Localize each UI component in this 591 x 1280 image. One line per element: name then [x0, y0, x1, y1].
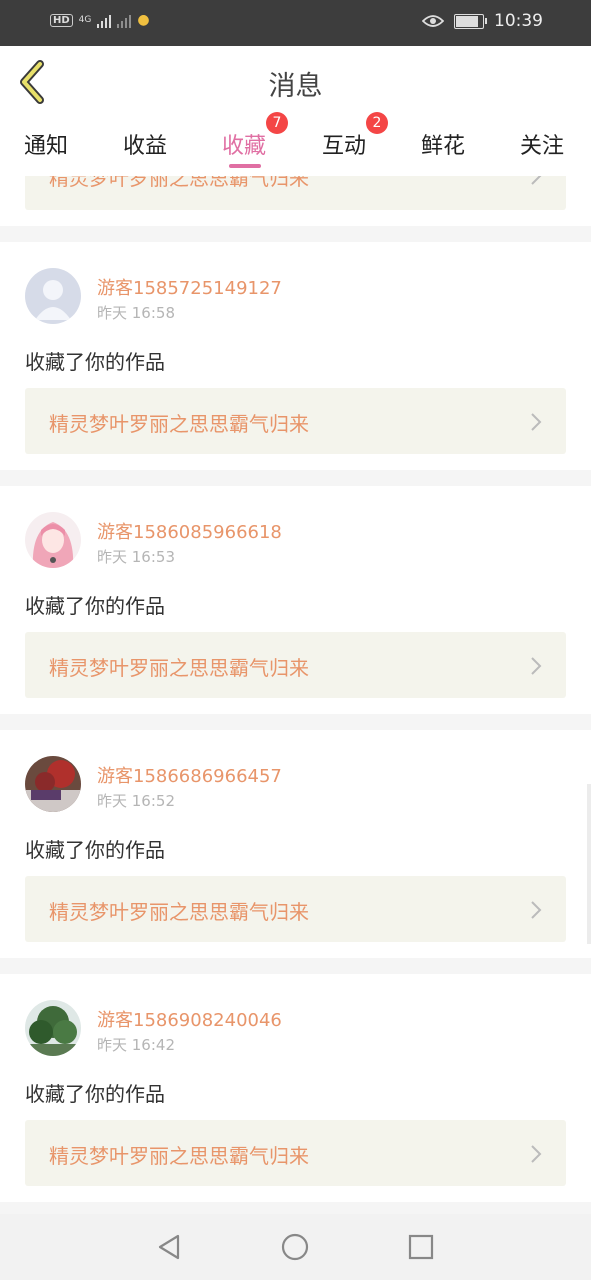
work-title: 精灵梦叶罗丽之思思霸气归来 [49, 1144, 309, 1168]
header: 消息 [0, 46, 591, 118]
network-type: 4G [78, 15, 92, 25]
system-nav-bar [0, 1214, 591, 1280]
interaction-badge: 2 [366, 112, 388, 134]
recents-square-icon[interactable] [406, 1232, 436, 1262]
timestamp: 昨天 16:52 [97, 792, 175, 810]
work-link[interactable]: 精灵梦叶罗丽之思思霸气归来 [25, 876, 566, 942]
list-item: 游客1586908240046 昨天 16:42 收藏了你的作品 精灵梦叶罗丽之… [0, 974, 591, 1202]
action-text: 收藏了你的作品 [25, 350, 165, 374]
photo-avatar[interactable] [25, 756, 81, 812]
scrollbar[interactable] [587, 784, 591, 944]
back-triangle-icon[interactable] [154, 1232, 184, 1262]
battery-icon [454, 13, 487, 29]
status-bar: HD 4G ● 10:39 [0, 0, 591, 46]
work-link[interactable]: 精灵梦叶罗丽之思思霸气归来 [25, 1120, 566, 1186]
anime-girl-avatar[interactable] [25, 512, 81, 568]
status-right: 10:39 [422, 11, 543, 31]
tab-flowers[interactable]: 鲜花 [421, 128, 465, 160]
tab-notify[interactable]: 通知 [24, 128, 68, 160]
chevron-right-icon [531, 901, 542, 919]
message-list[interactable]: 精灵梦叶罗丽之思思霸气归来 游客1585725149127 昨天 16:58 收… [0, 176, 591, 1214]
work-link[interactable]: 精灵梦叶罗丽之思思霸气归来 [25, 632, 566, 698]
action-text: 收藏了你的作品 [25, 1082, 165, 1106]
tab-bar: 通知 收益 收藏 7 互动 2 鲜花 关注 [0, 112, 591, 176]
signal-icon [97, 12, 112, 28]
chevron-right-icon [531, 413, 542, 431]
tab-interaction[interactable]: 互动 [322, 128, 366, 160]
hd-icon: HD [50, 13, 73, 27]
chevron-right-icon [531, 657, 542, 675]
tab-favorites[interactable]: 收藏 [222, 128, 266, 160]
page-title: 消息 [268, 71, 323, 102]
list-item: 游客1585725149127 昨天 16:58 收藏了你的作品 精灵梦叶罗丽之… [0, 242, 591, 470]
tab-income[interactable]: 收益 [123, 128, 167, 160]
notification-icon: ● [137, 12, 150, 28]
favorites-badge: 7 [266, 112, 288, 134]
action-text: 收藏了你的作品 [25, 838, 165, 862]
user-name[interactable]: 游客1586908240046 [97, 1006, 282, 1032]
timestamp: 昨天 16:58 [97, 304, 175, 322]
user-name[interactable]: 游客1586085966618 [97, 518, 282, 544]
list-item: 游客1586085966618 昨天 16:53 收藏了你的作品 精灵梦叶罗丽之… [0, 486, 591, 714]
list-item: 游客1586686966457 昨天 16:52 收藏了你的作品 精灵梦叶罗丽之… [0, 730, 591, 958]
default-avatar[interactable] [25, 268, 81, 324]
chevron-right-icon [531, 176, 542, 185]
status-left: HD 4G ● [50, 12, 150, 28]
work-title: 精灵梦叶罗丽之思思霸气归来 [49, 412, 309, 436]
timestamp: 昨天 16:53 [97, 548, 175, 566]
home-circle-icon[interactable] [280, 1232, 310, 1262]
list-item-partial: 精灵梦叶罗丽之思思霸气归来 [0, 176, 591, 226]
user-name[interactable]: 游客1586686966457 [97, 762, 282, 788]
work-title: 精灵梦叶罗丽之思思霸气归来 [49, 656, 309, 680]
work-link[interactable]: 精灵梦叶罗丽之思思霸气归来 [25, 388, 566, 454]
tree-avatar[interactable] [25, 1000, 81, 1056]
no-signal-icon [117, 12, 132, 28]
tab-follow[interactable]: 关注 [520, 128, 564, 160]
active-tab-indicator [229, 164, 261, 168]
work-link[interactable]: 精灵梦叶罗丽之思思霸气归来 [25, 176, 566, 210]
work-title: 精灵梦叶罗丽之思思霸气归来 [49, 900, 309, 924]
action-text: 收藏了你的作品 [25, 594, 165, 618]
work-title: 精灵梦叶罗丽之思思霸气归来 [49, 176, 309, 190]
timestamp: 昨天 16:42 [97, 1036, 175, 1054]
chevron-right-icon [531, 1145, 542, 1163]
clock: 10:39 [494, 11, 543, 31]
user-name[interactable]: 游客1585725149127 [97, 274, 282, 300]
eye-icon [422, 15, 444, 27]
